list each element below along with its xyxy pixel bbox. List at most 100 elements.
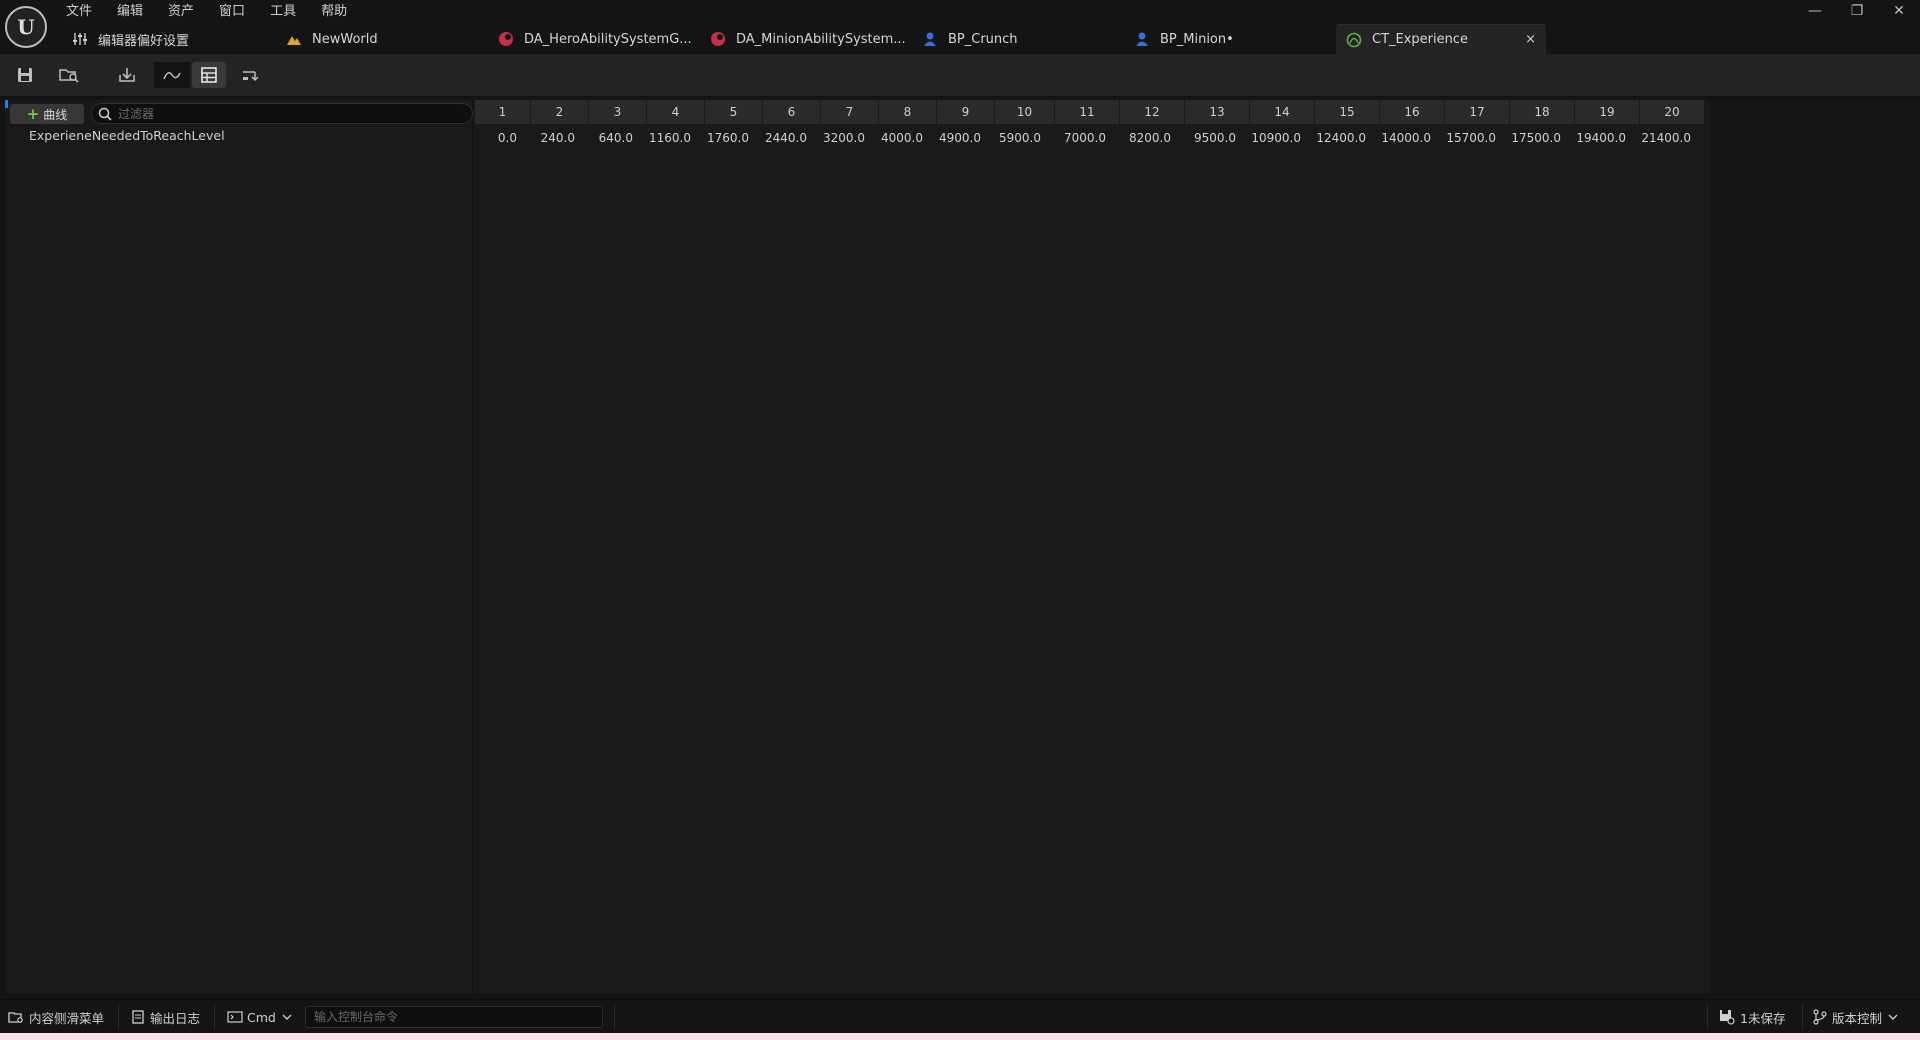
column-header[interactable]: 10 xyxy=(995,100,1055,124)
tab-label: BP_Minion• xyxy=(1160,31,1234,47)
table-cell[interactable]: 19400.0 xyxy=(1575,128,1640,148)
chevron-down-icon xyxy=(282,1014,292,1020)
close-window-button[interactable]: ✕ xyxy=(1878,0,1920,22)
column-header[interactable]: 3 xyxy=(589,100,647,124)
table-cell[interactable]: 8200.0 xyxy=(1120,128,1185,148)
os-taskbar-strip xyxy=(0,1033,1920,1040)
console-input[interactable] xyxy=(306,1007,594,1027)
unsaved-label: 1未保存 xyxy=(1740,1010,1786,1026)
append-key-button[interactable] xyxy=(236,62,266,88)
data-asset-icon xyxy=(710,31,726,47)
output-log-button[interactable]: 输出日志 xyxy=(131,1000,200,1034)
column-header[interactable]: 20 xyxy=(1640,100,1705,124)
cmd-label: Cmd xyxy=(247,1009,276,1025)
menu-help[interactable]: 帮助 xyxy=(321,2,360,22)
menu-file[interactable]: 文件 xyxy=(66,2,105,22)
column-header[interactable]: 8 xyxy=(879,100,937,124)
cmd-dropdown[interactable]: Cmd xyxy=(227,1000,292,1034)
column-header[interactable]: 16 xyxy=(1380,100,1445,124)
panel-accent xyxy=(5,100,8,108)
menu-assets[interactable]: 资产 xyxy=(168,2,207,22)
divider xyxy=(614,1004,615,1030)
table-view-button[interactable] xyxy=(192,62,226,88)
column-header[interactable]: 19 xyxy=(1575,100,1640,124)
table-cell[interactable]: 5900.0 xyxy=(995,128,1055,148)
tab-editor-preferences[interactable]: 编辑器偏好设置 xyxy=(62,24,276,54)
save-button[interactable] xyxy=(10,62,40,88)
filter-search-box[interactable] xyxy=(91,103,473,124)
divider xyxy=(118,1004,119,1030)
column-header[interactable]: 7 xyxy=(821,100,879,124)
browse-to-asset-button[interactable] xyxy=(54,62,84,88)
source-control-button[interactable]: 版本控制 xyxy=(1813,1000,1898,1034)
table-cell[interactable]: 4000.0 xyxy=(879,128,937,148)
minimize-button[interactable]: — xyxy=(1794,0,1836,22)
level-icon xyxy=(286,31,302,47)
save-icon xyxy=(18,68,32,82)
menu-tools[interactable]: 工具 xyxy=(270,2,309,22)
status-bar: 内容侧滑菜单 输出日志 Cmd 1未保存 版本控制 xyxy=(0,999,1920,1034)
divider xyxy=(214,1004,215,1030)
column-header[interactable]: 17 xyxy=(1445,100,1510,124)
tab-label: NewWorld xyxy=(312,31,378,47)
column-header[interactable]: 5 xyxy=(705,100,763,124)
table-cell[interactable]: 12400.0 xyxy=(1315,128,1380,148)
table-cell[interactable]: 4900.0 xyxy=(937,128,995,148)
column-header[interactable]: 4 xyxy=(647,100,705,124)
menu-edit[interactable]: 编辑 xyxy=(117,2,156,22)
table-cell[interactable]: 17500.0 xyxy=(1510,128,1575,148)
add-curve-button[interactable]: + 曲线 xyxy=(10,104,84,124)
document-tabs: 编辑器偏好设置 NewWorld DA_HeroAbilitySystemG..… xyxy=(62,24,1546,54)
table-cell[interactable]: 2440.0 xyxy=(763,128,821,148)
close-tab-icon[interactable]: × xyxy=(1525,32,1536,47)
restore-button[interactable]: ❐ xyxy=(1836,0,1878,22)
search-icon xyxy=(98,107,112,125)
source-control-label: 版本控制 xyxy=(1832,1010,1883,1026)
tab-bp-crunch[interactable]: BP_Crunch xyxy=(912,24,1124,54)
menu-window[interactable]: 窗口 xyxy=(219,2,258,22)
tab-da-minion-ability-system[interactable]: DA_MinionAbilitySystem... xyxy=(700,24,912,54)
unsaved-icon xyxy=(1720,1010,1735,1025)
curve-view-button[interactable] xyxy=(154,62,190,88)
console-command-box[interactable] xyxy=(305,1006,603,1028)
output-log-label: 输出日志 xyxy=(150,1010,201,1026)
divider xyxy=(1707,1004,1708,1030)
unreal-logo-icon[interactable]: U xyxy=(5,6,47,48)
table-cell[interactable]: 1160.0 xyxy=(647,128,705,148)
divider xyxy=(1802,1004,1803,1030)
table-cell[interactable]: 14000.0 xyxy=(1380,128,1445,148)
unsaved-assets-button[interactable]: 1未保存 xyxy=(1719,1000,1785,1034)
column-header[interactable]: 18 xyxy=(1510,100,1575,124)
tab-bp-minion[interactable]: BP_Minion• xyxy=(1124,24,1336,54)
table-cell[interactable]: 0.0 xyxy=(475,128,531,148)
tab-ct-experience[interactable]: CT_Experience × xyxy=(1336,24,1546,54)
column-header[interactable]: 9 xyxy=(937,100,995,124)
column-header[interactable]: 14 xyxy=(1250,100,1315,124)
curve-row-name[interactable]: ExperieneNeededToReachLevel xyxy=(29,128,225,143)
table-cell[interactable]: 21400.0 xyxy=(1640,128,1705,148)
table-cell[interactable]: 7000.0 xyxy=(1055,128,1120,148)
column-header[interactable]: 11 xyxy=(1055,100,1120,124)
table-cell[interactable]: 9500.0 xyxy=(1185,128,1250,148)
browse-folder-icon xyxy=(59,69,79,83)
grid-header-row: 1 2 3 4 5 6 7 8 9 10 11 12 13 14 15 16 17 18 19 20 xyxy=(475,100,1705,124)
table-cell[interactable]: 10900.0 xyxy=(1250,128,1315,148)
terminal-icon xyxy=(227,1011,243,1023)
table-cell[interactable]: 3200.0 xyxy=(821,128,879,148)
column-header[interactable]: 1 xyxy=(475,100,531,124)
column-header[interactable]: 6 xyxy=(763,100,821,124)
column-header[interactable]: 13 xyxy=(1185,100,1250,124)
table-cell[interactable]: 240.0 xyxy=(531,128,589,148)
content-drawer-button[interactable]: 内容侧滑菜单 xyxy=(8,1000,104,1034)
table-cell[interactable]: 1760.0 xyxy=(705,128,763,148)
table-cell[interactable]: 640.0 xyxy=(589,128,647,148)
tab-da-hero-ability-system[interactable]: DA_HeroAbilitySystemG... xyxy=(488,24,700,54)
table-row: 0.0 240.0 640.0 1160.0 1760.0 2440.0 3200.0 400… xyxy=(475,128,1705,148)
column-header[interactable]: 2 xyxy=(531,100,589,124)
reimport-button[interactable] xyxy=(112,62,142,88)
column-header[interactable]: 15 xyxy=(1315,100,1380,124)
column-header[interactable]: 12 xyxy=(1120,100,1185,124)
filter-input[interactable] xyxy=(118,104,458,123)
table-cell[interactable]: 15700.0 xyxy=(1445,128,1510,148)
tab-newworld[interactable]: NewWorld xyxy=(276,24,488,54)
